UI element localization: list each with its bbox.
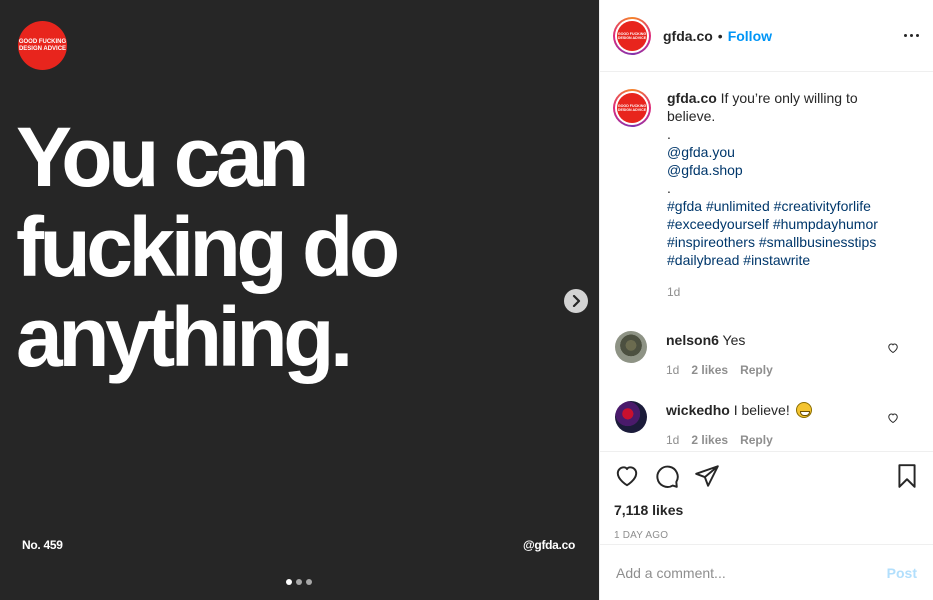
post-caption: GOOD FUCKING DESIGN ADVICE gfda.co If yo… (613, 89, 917, 301)
speech-bubble-icon (656, 465, 679, 488)
comment-time[interactable]: 1d (666, 361, 679, 379)
avatar-ring-gap: GOOD FUCKING DESIGN ADVICE (615, 91, 649, 125)
carousel-indicator (286, 579, 312, 585)
carousel-dot-3 (306, 579, 312, 585)
comment-input[interactable] (616, 564, 887, 581)
avatar-logo-text: GOOD FUCKING DESIGN ADVICE (617, 31, 647, 40)
heart-icon (616, 466, 638, 487)
comment-text: I believe! (733, 402, 790, 418)
hashtag-link[interactable]: #gfda (667, 198, 702, 214)
share-button[interactable] (694, 463, 720, 489)
comment-username[interactable]: nelson6 (666, 332, 719, 348)
carousel-dot-1 (286, 579, 292, 585)
comment-button[interactable] (654, 463, 680, 489)
comment-like-heart-icon[interactable] (887, 342, 899, 354)
hashtag-link[interactable]: #unlimited (706, 198, 770, 214)
carousel-dot-2 (296, 579, 302, 585)
paper-plane-icon (695, 465, 719, 487)
caption-dot: . (667, 180, 671, 196)
commenter-avatar[interactable] (615, 401, 647, 433)
comment-meta: 1d 2 likes Reply (666, 431, 812, 449)
caption-avatar[interactable]: GOOD FUCKING DESIGN ADVICE (613, 89, 651, 127)
avatar-logo: GOOD FUCKING DESIGN ADVICE (617, 93, 647, 123)
hashtag-link[interactable]: #dailybread (667, 252, 739, 268)
avatar-logo: GOOD FUCKING DESIGN ADVICE (617, 20, 647, 51)
caption-time[interactable]: 1d (667, 283, 897, 301)
commenter-avatar[interactable] (615, 331, 647, 363)
carousel-next-button[interactable] (564, 289, 588, 313)
likes-count[interactable]: 7,118 likes (614, 502, 920, 518)
comment-body: wickedho I believe! 1d 2 likes Reply (666, 401, 812, 449)
comment-like-heart-icon[interactable] (887, 412, 899, 424)
more-options-button[interactable] (904, 28, 919, 43)
instagram-post-view: GOOD FUCKING DESIGN ADVICE You can fucki… (0, 0, 933, 600)
caption-dot: . (667, 126, 671, 142)
headline-line-1: You can (16, 110, 310, 204)
media-headline: You can fucking do anything. (16, 112, 576, 382)
brand-logo: GOOD FUCKING DESIGN ADVICE (18, 21, 67, 70)
like-button[interactable] (614, 463, 640, 489)
headline-line-2: fucking do (16, 200, 400, 294)
bookmark-icon (898, 464, 916, 488)
hashtag-link[interactable]: #inspireothers (667, 234, 755, 250)
reply-button[interactable]: Reply (740, 361, 773, 379)
post-number: No. 459 (22, 538, 63, 552)
save-button[interactable] (894, 463, 920, 489)
hashtag-link[interactable]: #instawrite (743, 252, 810, 268)
comment-meta: 1d 2 likes Reply (666, 361, 773, 379)
comments-section[interactable]: GOOD FUCKING DESIGN ADVICE gfda.co If yo… (600, 73, 933, 450)
post-side-panel: GOOD FUCKING DESIGN ADVICE gfda.co • Fol… (599, 0, 933, 600)
hashtag-link[interactable]: #smallbusinesstips (759, 234, 877, 250)
media-handle: @gfda.co (523, 538, 575, 552)
brand-logo-text: GOOD FUCKING DESIGN ADVICE (18, 39, 67, 52)
header-separator: • (717, 27, 723, 44)
header-username[interactable]: gfda.co (663, 28, 713, 44)
grinning-face-emoji-icon (795, 402, 812, 418)
post-header: GOOD FUCKING DESIGN ADVICE gfda.co • Fol… (600, 0, 933, 72)
ellipsis-dot (910, 34, 913, 37)
caption-body: gfda.co If you’re only willing to believ… (667, 89, 897, 301)
mention-link[interactable]: @gfda.shop (667, 162, 743, 178)
comment-item: nelson6 Yes 1d 2 likes Reply (613, 331, 917, 379)
ellipsis-icon (904, 34, 907, 37)
follow-button[interactable]: Follow (728, 28, 772, 44)
hashtag-list: #gfda #unlimited #creativityforlife #exc… (667, 197, 897, 269)
comment-likes[interactable]: 2 likes (691, 431, 728, 449)
comment-item: wickedho I believe! 1d 2 likes Reply (613, 401, 917, 449)
mention-link[interactable]: @gfda.you (667, 144, 735, 160)
avatar-logo-text: GOOD FUCKING DESIGN ADVICE (617, 104, 647, 112)
chevron-right-icon (572, 295, 581, 307)
post-actions: 7,118 likes 1 DAY AGO (600, 451, 933, 541)
avatar-ring-gap: GOOD FUCKING DESIGN ADVICE (615, 18, 649, 53)
post-media[interactable]: GOOD FUCKING DESIGN ADVICE You can fucki… (0, 0, 599, 600)
header-avatar[interactable]: GOOD FUCKING DESIGN ADVICE (613, 16, 651, 55)
hashtag-link[interactable]: #humpdayhumor (773, 216, 878, 232)
comment-username[interactable]: wickedho (666, 402, 730, 418)
comment-text: Yes (722, 332, 746, 348)
comment-body: nelson6 Yes 1d 2 likes Reply (666, 331, 773, 379)
headline-line-3: anything. (16, 290, 353, 384)
post-comment-button[interactable]: Post (887, 565, 917, 581)
hashtag-link[interactable]: #exceedyourself (667, 216, 769, 232)
comment-likes[interactable]: 2 likes (691, 361, 728, 379)
add-comment-bar: Post (600, 544, 933, 600)
post-timestamp[interactable]: 1 DAY AGO (614, 530, 920, 541)
comment-time[interactable]: 1d (666, 431, 679, 449)
reply-button[interactable]: Reply (740, 431, 773, 449)
hashtag-link[interactable]: #creativityforlife (774, 198, 871, 214)
caption-username[interactable]: gfda.co (667, 90, 717, 106)
action-icon-row (614, 460, 920, 492)
ellipsis-dot (916, 34, 919, 37)
